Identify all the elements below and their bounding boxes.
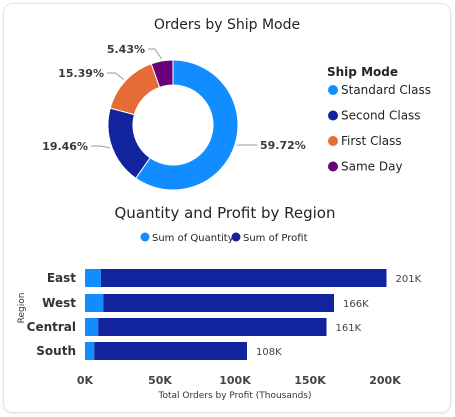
- legend-marker: [328, 161, 338, 172]
- legend-item-first-class[interactable]: First Class: [341, 134, 402, 148]
- bar-segment-sum-of-profit[interactable]: [94, 342, 247, 360]
- donut-data-label: 59.72%: [260, 139, 306, 152]
- charts-canvas: Orders by Ship Mode 59.72% 19.46% 15.39%5.…: [17, 17, 431, 401]
- donut-labels: 59.72% 19.46% 15.39%5.43%: [42, 43, 306, 153]
- bar-legend: Sum of Quantity Sum of Profit: [140, 232, 308, 244]
- bar-chart: 0K 50K 100K 150K 200K East 201K West 166K Central…: [27, 269, 422, 387]
- category-label: East: [47, 271, 76, 285]
- bar-segment-sum-of-profit[interactable]: [98, 318, 327, 336]
- bar-segment-sum-of-quantity[interactable]: [85, 269, 101, 287]
- donut-legend: Standard Class Second Class First Class Sam…: [328, 83, 431, 174]
- leader-line: [107, 72, 125, 80]
- bar-legend-item[interactable]: Sum of Profit: [243, 233, 308, 244]
- bar-segment-sum-of-quantity[interactable]: [85, 294, 104, 312]
- bar-legend-marker: [231, 232, 241, 242]
- donut-chart: [107, 59, 239, 191]
- x-tick-label: 0K: [77, 374, 94, 387]
- legend-marker: [328, 110, 338, 121]
- x-tick-label: 50K: [148, 374, 172, 387]
- legend-item-standard-class[interactable]: Standard Class: [341, 83, 431, 97]
- legend-title: Ship Mode: [327, 65, 398, 79]
- legend-marker: [328, 85, 338, 95]
- leader-line: [148, 48, 163, 60]
- bar-segment-sum-of-quantity[interactable]: [85, 342, 95, 360]
- x-tick-label: 100K: [219, 374, 251, 387]
- leader-line: [91, 145, 111, 149]
- bar-segment-sum-of-profit[interactable]: [100, 269, 387, 287]
- bar-legend-marker: [140, 232, 150, 242]
- bar-data-label: 166K: [343, 299, 369, 310]
- category-label: West: [42, 296, 76, 310]
- bar-legend-item[interactable]: Sum of Quantity: [152, 233, 234, 244]
- x-tick-label: 150K: [294, 374, 326, 387]
- category-label: South: [36, 344, 76, 358]
- x-axis-label: Total Orders by Profit (Thousands): [158, 391, 312, 401]
- bar-segment-sum-of-profit[interactable]: [103, 294, 334, 312]
- donut-slice-first-class[interactable]: [109, 63, 161, 116]
- bar-title: Quantity and Profit by Region: [115, 204, 336, 222]
- donut-data-label: 5.43%: [107, 43, 145, 56]
- bar-data-label: 108K: [256, 347, 282, 358]
- bar-segment-sum-of-quantity[interactable]: [85, 318, 99, 336]
- category-label: Central: [27, 320, 76, 334]
- legend-item-second-class[interactable]: Second Class: [341, 109, 421, 123]
- donut-data-label: 15.39%: [58, 67, 104, 80]
- bar-data-label: 201K: [396, 274, 422, 285]
- legend-marker: [328, 136, 338, 146]
- y-axis-label: Region: [17, 293, 27, 324]
- donut-title: Orders by Ship Mode: [154, 17, 300, 33]
- donut-data-label: 19.46%: [42, 140, 88, 153]
- bar-data-label: 161K: [336, 323, 362, 334]
- x-tick-label: 200K: [369, 374, 401, 387]
- legend-item-same-day[interactable]: Same Day: [341, 160, 403, 174]
